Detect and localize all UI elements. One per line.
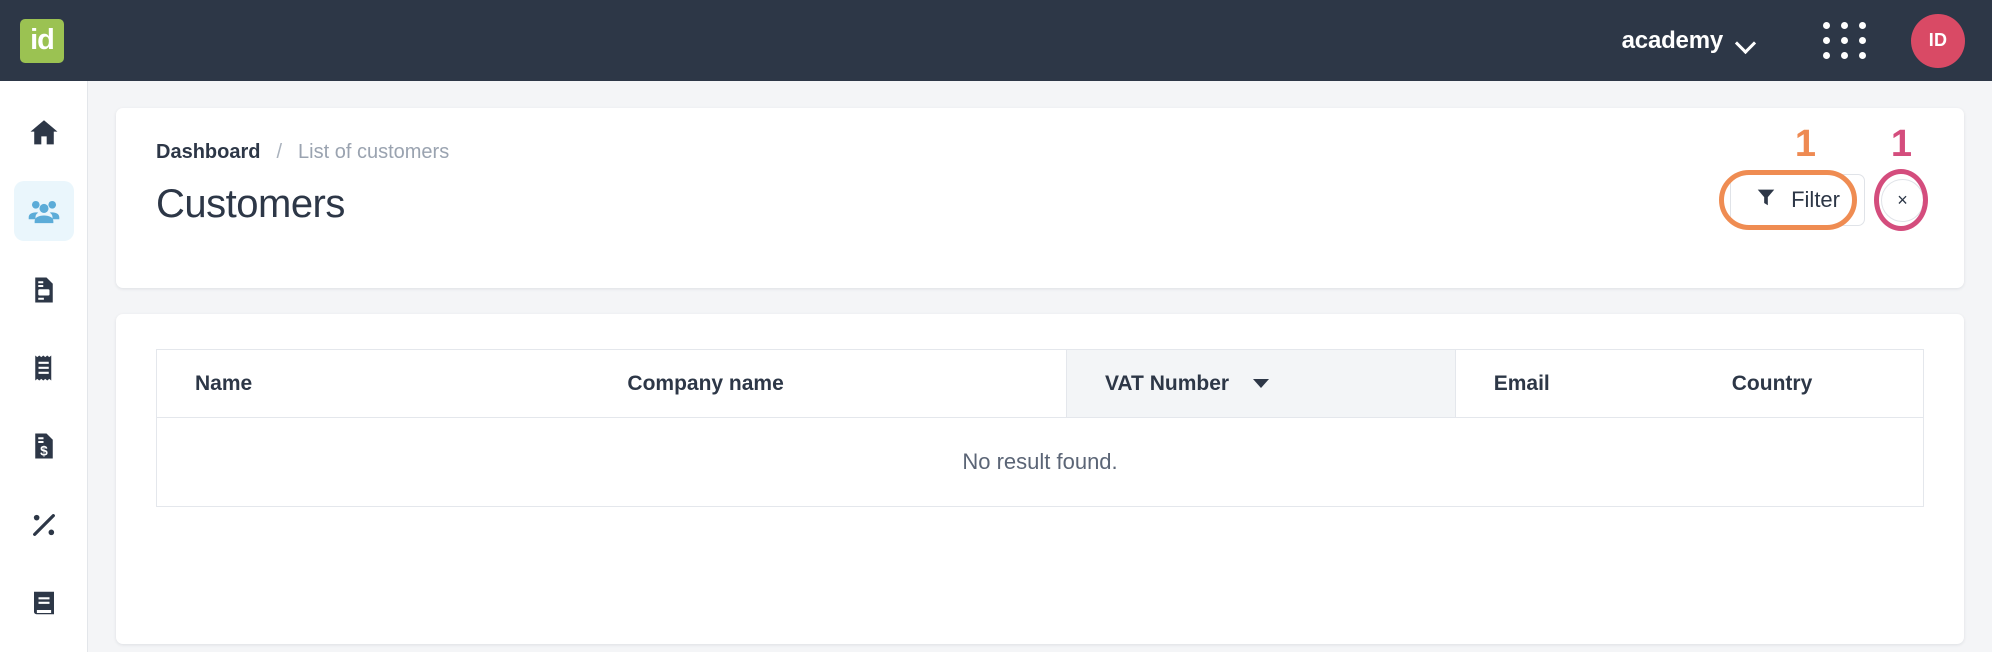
apps-dot <box>1822 51 1830 59</box>
app-logo[interactable]: id <box>20 18 64 63</box>
empty-state-message: No result found. <box>962 449 1118 474</box>
filter-button[interactable]: Filter <box>1730 174 1865 226</box>
filter-button-label: Filter <box>1791 187 1840 212</box>
percent-icon <box>28 509 60 541</box>
table-empty-row: No result found. <box>157 418 1924 507</box>
customers-table: Name Company name VAT Number Email Count… <box>156 349 1924 507</box>
top-bar-right-group: academy ID <box>1602 13 1992 68</box>
sidebar: $ <box>0 81 88 652</box>
avatar[interactable]: ID <box>1911 13 1965 68</box>
table-header-row: Name Company name VAT Number Email Count… <box>156 349 1924 418</box>
sidebar-item-invoices[interactable]: $ <box>14 417 74 476</box>
apps-dot <box>1858 22 1866 30</box>
top-bar: id academy ID <box>0 0 1992 81</box>
header-actions: Filter × <box>1730 174 1924 226</box>
column-header-country[interactable]: Country <box>1693 349 1924 418</box>
table-header: Name Company name VAT Number Email Count… <box>156 349 1924 418</box>
receipt-icon <box>29 353 59 383</box>
funnel-icon <box>1755 186 1777 214</box>
column-header-company-name[interactable]: Company name <box>589 349 1067 418</box>
apps-dot <box>1840 22 1848 30</box>
book-icon <box>29 588 59 618</box>
annotation-number-2: 1 <box>1890 123 1912 165</box>
sidebar-item-receipts[interactable] <box>14 338 74 397</box>
column-label: Email <box>1493 371 1550 395</box>
main-content: Dashboard / List of customers Customers … <box>88 81 1992 652</box>
caret-down-icon <box>1252 379 1269 389</box>
breadcrumb-current[interactable]: List of customers <box>298 141 449 164</box>
invoice-dollar-icon: $ <box>29 431 59 461</box>
sidebar-item-quotes[interactable] <box>14 260 74 319</box>
organization-name: academy <box>1621 26 1724 54</box>
users-icon <box>27 194 61 228</box>
breadcrumb-dashboard[interactable]: Dashboard <box>156 141 260 164</box>
customers-table-card: Name Company name VAT Number Email Count… <box>116 314 1964 644</box>
column-header-vat-number[interactable]: VAT Number <box>1065 349 1456 418</box>
apps-grid-icon[interactable] <box>1817 19 1871 63</box>
svg-text:$: $ <box>40 444 48 459</box>
home-icon <box>27 116 61 150</box>
close-icon: × <box>1897 189 1908 210</box>
apps-dot <box>1858 51 1866 59</box>
apps-dot <box>1858 36 1866 44</box>
column-label: Country <box>1731 371 1813 395</box>
apps-dot <box>1840 36 1848 44</box>
table-body: No result found. <box>157 418 1924 507</box>
column-label: VAT Number <box>1104 371 1230 395</box>
column-header-email[interactable]: Email <box>1455 349 1694 418</box>
column-label: Name <box>195 371 253 395</box>
sidebar-item-taxes[interactable] <box>14 495 74 554</box>
breadcrumb: Dashboard / List of customers <box>156 141 1924 164</box>
sidebar-item-home[interactable] <box>14 103 74 162</box>
apps-dot <box>1822 22 1830 30</box>
close-button[interactable]: × <box>1881 178 1924 222</box>
page-header-card: Dashboard / List of customers Customers … <box>116 108 1964 288</box>
organization-switcher[interactable]: academy <box>1602 17 1773 65</box>
column-label: Company name <box>627 371 784 395</box>
document-icon <box>29 275 59 305</box>
apps-dot <box>1822 36 1830 44</box>
breadcrumb-separator: / <box>276 141 283 163</box>
apps-dot <box>1840 51 1848 59</box>
annotation-number-1: 1 <box>1794 123 1816 165</box>
sidebar-item-customers[interactable] <box>13 181 74 241</box>
column-header-name[interactable]: Name <box>156 349 590 418</box>
sidebar-item-ledger[interactable] <box>14 574 74 633</box>
chevron-down-icon <box>1737 36 1755 46</box>
page-title: Customers <box>156 182 345 226</box>
